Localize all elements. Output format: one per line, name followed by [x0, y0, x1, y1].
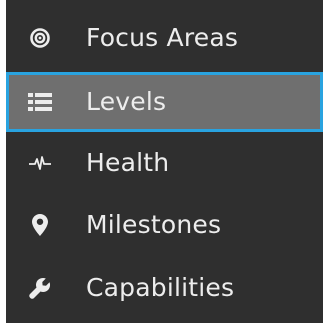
nav-item-label: Health — [86, 148, 170, 177]
target-icon — [28, 26, 52, 50]
nav-item-label: Capabilities — [86, 273, 235, 302]
nav-item-levels[interactable]: Levels — [6, 72, 323, 132]
nav-item-label: Levels — [86, 87, 167, 116]
heartbeat-icon — [28, 151, 52, 175]
sidebar-nav: Focus Areas Levels Health Milestones Cap… — [6, 0, 323, 323]
nav-item-focus-areas[interactable]: Focus Areas — [6, 9, 323, 67]
list-icon — [28, 90, 52, 114]
nav-item-label: Focus Areas — [86, 23, 239, 52]
nav-item-capabilities[interactable]: Capabilities — [6, 259, 323, 317]
nav-item-milestones[interactable]: Milestones — [6, 196, 323, 254]
nav-item-label: Milestones — [86, 210, 222, 239]
wrench-icon — [28, 276, 52, 300]
map-marker-icon — [28, 213, 52, 237]
nav-item-health[interactable]: Health — [6, 134, 323, 192]
